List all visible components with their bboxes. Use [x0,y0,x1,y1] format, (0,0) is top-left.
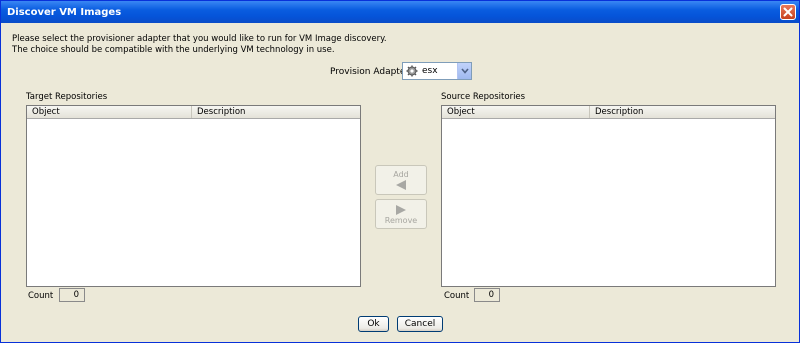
target-count-label: Count [28,291,54,301]
provision-adapter-value: esx [422,66,438,76]
cancel-button[interactable]: Cancel [397,316,443,332]
instructions-line-1: Please select the provisioner adapter th… [12,34,387,44]
source-repositories-table[interactable]: Object Description [441,105,776,287]
add-button-label: Add [393,169,409,179]
instructions-line-2: The choice should be compatible with the… [12,45,335,55]
target-repositories-title: Target Repositories [26,92,108,102]
arrow-left-icon [396,179,406,190]
gear-icon [406,65,418,77]
close-icon [783,7,793,17]
source-column-object[interactable]: Object [442,106,590,118]
source-column-description[interactable]: Description [590,106,775,118]
source-count-value: 0 [474,288,500,302]
arrow-right-icon [396,204,406,215]
remove-button-label: Remove [384,215,418,225]
add-button[interactable]: Add [375,165,427,195]
target-column-description[interactable]: Description [192,106,360,118]
dialog-window: Discover VM Images Please select the pro… [0,0,800,343]
target-repositories-table[interactable]: Object Description [26,105,361,287]
target-table-header: Object Description [27,106,360,119]
instructions: Please select the provisioner adapter th… [12,34,387,56]
close-button[interactable] [780,4,796,20]
window-title: Discover VM Images [7,6,122,18]
target-column-object[interactable]: Object [27,106,192,118]
provision-adapter-label: Provision Adapter [330,67,410,77]
source-count-label: Count [444,291,470,301]
title-bar[interactable]: Discover VM Images [1,1,799,23]
target-count-value: 0 [59,288,85,302]
provision-adapter-select[interactable]: esx [402,62,472,80]
ok-button[interactable]: Ok [358,316,389,332]
source-repositories-title: Source Repositories [441,92,526,102]
dropdown-button[interactable] [457,63,471,79]
source-table-header: Object Description [442,106,775,119]
remove-button[interactable]: Remove [375,199,427,229]
chevron-down-icon [460,68,469,74]
